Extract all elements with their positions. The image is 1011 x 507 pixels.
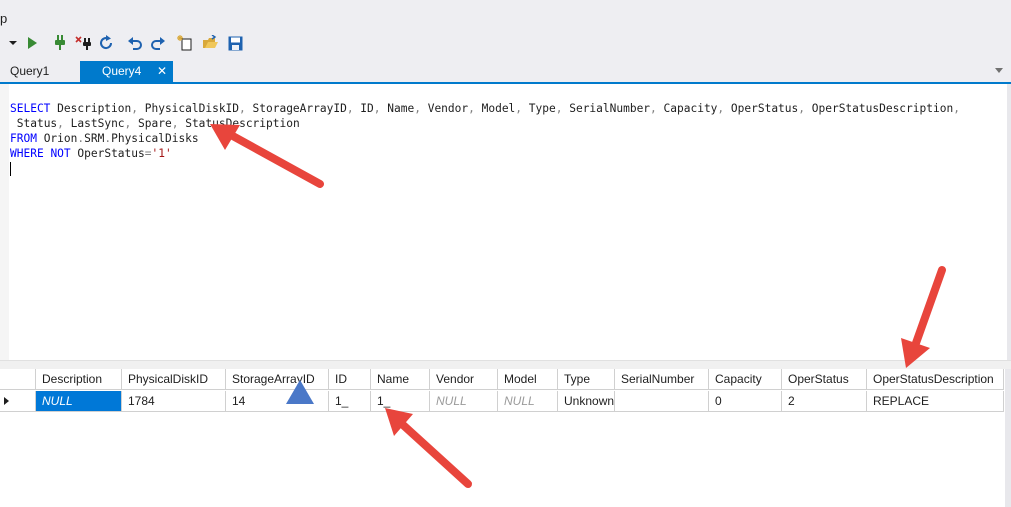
sql-punct: , (717, 102, 731, 115)
sql-punct: , (953, 102, 960, 115)
sql-keyword: NOT (50, 147, 71, 160)
sql-token: SRM (84, 132, 105, 145)
open-file-icon[interactable] (201, 34, 219, 52)
undo-icon[interactable] (126, 34, 144, 52)
redo-icon[interactable] (149, 34, 167, 52)
menu-item-partial[interactable]: p (0, 11, 7, 26)
table-cell[interactable]: NULL (430, 391, 498, 412)
sql-token: PhysicalDiskID (144, 102, 240, 115)
column-header[interactable]: StorageArrayID (226, 369, 329, 390)
table-cell[interactable] (615, 391, 709, 412)
table-cell[interactable]: 2 (782, 391, 867, 412)
column-header[interactable]: OperStatus (782, 369, 867, 390)
column-header[interactable]: OperStatusDescription (867, 369, 1004, 390)
column-header[interactable]: Capacity (709, 369, 782, 390)
close-icon[interactable]: ✕ (157, 61, 167, 82)
sql-token: Name (387, 102, 415, 115)
column-header[interactable]: Type (558, 369, 615, 390)
sql-punct: , (346, 102, 361, 115)
tab-label: Query1 (10, 64, 50, 78)
sql-keyword: SELECT (10, 102, 51, 115)
connect-icon[interactable] (50, 34, 70, 52)
column-header[interactable]: SerialNumber (615, 369, 709, 390)
sql-punct: , (798, 102, 812, 115)
table-cell[interactable]: 14 (226, 391, 329, 412)
column-header[interactable]: ID (329, 369, 371, 390)
tab-query4[interactable]: Query4 ✕ (80, 61, 173, 82)
table-cell[interactable]: NULL (498, 391, 558, 412)
sql-token: Vendor (427, 102, 469, 115)
table-cell[interactable]: Unknown (558, 391, 615, 412)
sql-punct: , (57, 117, 71, 130)
sql-token: StorageArrayID (252, 102, 347, 115)
refresh-icon[interactable] (97, 34, 115, 52)
row-header-corner[interactable] (0, 369, 36, 390)
sql-token: PhysicalDisks (111, 132, 199, 145)
save-icon[interactable] (226, 34, 244, 52)
sql-token: Status (16, 117, 58, 130)
sql-token: OperStatus (70, 147, 145, 160)
sql-punct: , (239, 102, 253, 115)
sql-token: Capacity (663, 102, 718, 115)
sql-token: LastSync (70, 117, 125, 130)
table-cell[interactable]: 0 (709, 391, 782, 412)
sql-token: OperStatusDescription (811, 102, 954, 115)
sql-code[interactable]: SELECT Description, PhysicalDiskID, Stor… (10, 86, 960, 176)
editor-gutter (0, 84, 9, 360)
column-header[interactable]: Model (498, 369, 558, 390)
sql-token: Model (481, 102, 516, 115)
table-cell[interactable]: REPLACE (867, 391, 1004, 412)
table-cell[interactable]: NULL (36, 391, 122, 412)
sql-token: Type (528, 102, 556, 115)
sql-token: OperStatus (730, 102, 799, 115)
sql-token: Orion (36, 132, 78, 145)
sql-punct: , (124, 117, 139, 130)
sql-editor[interactable]: SELECT Description, PhysicalDiskID, Stor… (0, 84, 1011, 360)
tab-dropdown-icon[interactable] (995, 68, 1003, 73)
sql-punct: = (144, 147, 152, 160)
results-grid[interactable]: Description PhysicalDiskID StorageArrayI… (0, 369, 1011, 507)
text-caret (10, 162, 11, 176)
new-query-icon[interactable] (176, 34, 194, 52)
column-header[interactable]: Vendor (430, 369, 498, 390)
run-icon[interactable] (24, 34, 40, 52)
sql-punct: , (171, 117, 186, 130)
disconnect-icon[interactable] (74, 34, 94, 52)
tab-query1[interactable]: Query1 (0, 61, 80, 82)
query-tab-strip: Query1 Query4 ✕ (0, 57, 1011, 84)
toolbar (0, 30, 1011, 57)
sql-token: SerialNumber (569, 102, 651, 115)
sql-keyword: FROM (10, 132, 37, 145)
column-header[interactable]: Name (371, 369, 430, 390)
sql-punct: , (650, 102, 664, 115)
sql-token: ID (360, 102, 374, 115)
column-header[interactable]: Description (36, 369, 122, 390)
dropdown-arrow-icon[interactable] (8, 34, 18, 52)
sql-token: StatusDescription (185, 117, 300, 130)
sql-punct: , (373, 102, 388, 115)
sql-punct: , (414, 102, 428, 115)
results-splitter[interactable] (0, 360, 1011, 369)
menu-bar: p (0, 0, 1011, 30)
sql-punct: , (555, 102, 570, 115)
column-header[interactable]: PhysicalDiskID (122, 369, 226, 390)
row-selector[interactable] (0, 391, 36, 412)
grid-scrollbar[interactable] (1005, 369, 1011, 507)
table-cell[interactable]: 1_ (329, 391, 371, 412)
table-cell[interactable]: 1784 (122, 391, 226, 412)
sql-punct: , (131, 102, 145, 115)
current-row-icon (4, 397, 9, 405)
sql-string: '1' (151, 147, 172, 160)
sql-token: Description (50, 102, 132, 115)
sql-keyword: WHERE (10, 147, 44, 160)
sql-punct: , (515, 102, 529, 115)
sql-punct: , (468, 102, 482, 115)
table-cell[interactable]: 1_ (371, 391, 430, 412)
editor-scrollbar[interactable] (1007, 84, 1011, 360)
sql-token: Spare (138, 117, 172, 130)
tab-label: Query4 (102, 64, 142, 78)
